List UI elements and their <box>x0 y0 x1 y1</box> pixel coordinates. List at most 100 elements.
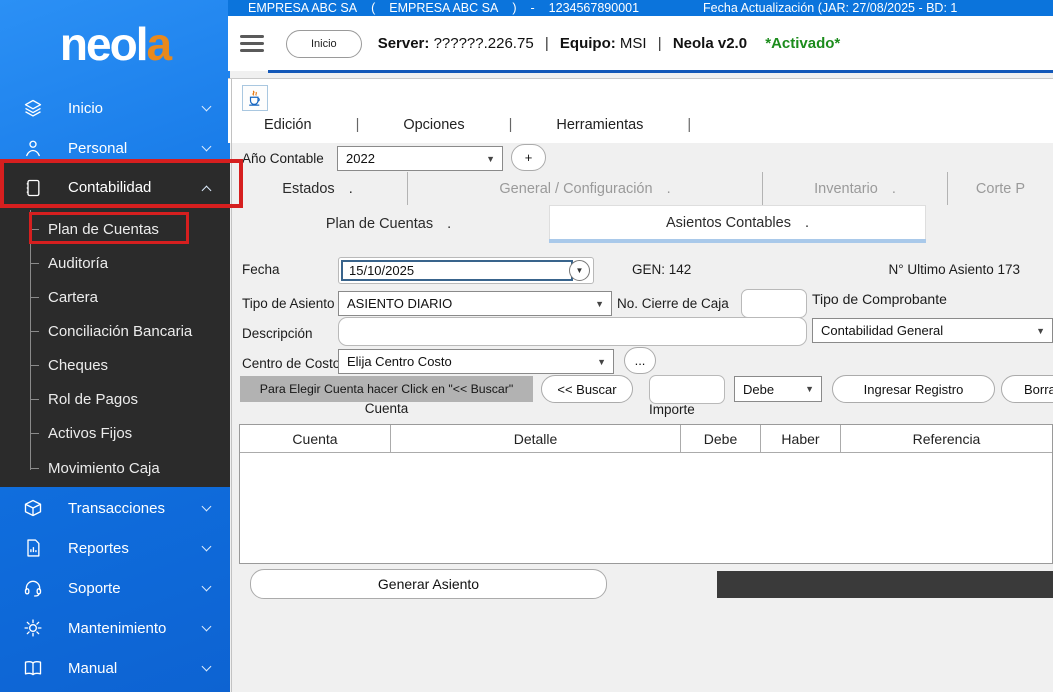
sidebar-subitem-rol-de-pagos[interactable]: Rol de Pagos <box>0 383 230 415</box>
sidebar-item-label: Inicio <box>68 100 103 117</box>
column-header-detalle[interactable]: Detalle <box>391 425 681 452</box>
sidebar-subitem-cartera[interactable]: Cartera <box>0 281 230 313</box>
sidebar: neola Inicio Personal Contabilidad <box>0 0 230 692</box>
anio-contable-value: 2022 <box>346 151 375 166</box>
menu-item-edicion[interactable]: Edición <box>264 117 312 133</box>
subitem-label: Activos Fijos <box>48 425 132 442</box>
inicio-button[interactable]: Inicio <box>286 30 362 58</box>
menu-item-opciones[interactable]: Opciones <box>403 117 464 133</box>
tax-id: 1234567890001 <box>549 1 639 15</box>
tipo-asiento-label: Tipo de Asiento <box>242 296 335 311</box>
tab-estados[interactable]: Estados. <box>228 172 407 205</box>
subitem-label: Plan de Cuentas <box>48 221 159 238</box>
sidebar-subitem-auditoria[interactable]: Auditoría <box>0 247 230 279</box>
borrar-button[interactable]: Borrar <box>1001 375 1053 403</box>
menu-separator: | <box>687 117 691 133</box>
caret-down-icon: ▼ <box>576 266 584 275</box>
tab-label: Plan de Cuentas <box>326 216 433 232</box>
sidebar-item-mantenimiento[interactable]: Mantenimiento <box>0 608 230 648</box>
centro-costo-browse-button[interactable]: ... <box>624 347 656 374</box>
descripcion-input[interactable] <box>338 317 807 346</box>
headset-icon <box>22 577 44 599</box>
caret-down-icon: ▼ <box>1036 326 1045 336</box>
anio-contable-select[interactable]: 2022 ▼ <box>337 146 503 171</box>
chevron-down-icon <box>202 662 212 672</box>
subitem-label: Auditoría <box>48 255 108 272</box>
add-year-button[interactable]: + <box>511 144 546 171</box>
sidebar-item-reportes[interactable]: Reportes <box>0 528 230 568</box>
sidebar-item-label: Mantenimiento <box>68 620 166 637</box>
column-header-cuenta[interactable]: Cuenta <box>240 425 391 452</box>
cierre-caja-input[interactable] <box>741 289 807 318</box>
importe-input[interactable] <box>649 375 725 404</box>
descripcion-label: Descripción <box>242 326 313 341</box>
cierre-caja-label: No. Cierre de Caja <box>617 296 729 311</box>
column-header-debe[interactable]: Debe <box>681 425 761 452</box>
tipo-comprobante-select[interactable]: Contabilidad General ▼ <box>812 318 1053 343</box>
fecha-value[interactable]: 15/10/2025 <box>341 260 573 281</box>
tipo-comprobante-label: Tipo de Comprobante <box>812 291 947 307</box>
tipo-asiento-select[interactable]: ASIENTO DIARIO ▼ <box>338 291 612 316</box>
menubar-zone <box>228 79 1053 143</box>
cuenta-caption: Cuenta <box>240 401 533 416</box>
gear-icon <box>22 617 44 639</box>
debe-haber-value: Debe <box>743 382 774 397</box>
journal-icon <box>22 177 44 199</box>
layers-icon <box>22 97 44 119</box>
centro-costo-value: Elija Centro Costo <box>347 354 452 369</box>
tab-inventario[interactable]: Inventario. <box>762 172 947 205</box>
sidebar-subitem-plan-de-cuentas[interactable]: Plan de Cuentas <box>0 213 230 245</box>
tab-asientos-contables[interactable]: Asientos Contables. <box>549 205 926 239</box>
paren-open: ( <box>371 1 375 15</box>
buscar-button[interactable]: << Buscar <box>541 375 633 403</box>
sidebar-item-transacciones[interactable]: Transacciones <box>0 488 230 528</box>
caret-down-icon: ▼ <box>486 154 495 164</box>
chevron-down-icon <box>202 142 212 152</box>
tab-corte[interactable]: Corte P <box>947 172 1053 205</box>
fecha-label: Fecha <box>242 262 280 277</box>
server-value: ??????.226.75 <box>434 35 534 52</box>
sidebar-subitem-conciliacion-bancaria[interactable]: Conciliación Bancaria <box>0 315 230 347</box>
sidebar-item-inicio[interactable]: Inicio <box>0 88 230 128</box>
sidebar-item-manual[interactable]: Manual <box>0 648 230 688</box>
subitem-label: Cartera <box>48 289 98 306</box>
asientos-table[interactable]: Cuenta Detalle Debe Haber Referencia <box>239 424 1053 564</box>
hamburger-menu-icon[interactable] <box>240 35 264 52</box>
logo-text-white: neol <box>60 17 147 71</box>
separator: | <box>658 35 662 52</box>
subitem-label: Conciliación Bancaria <box>48 323 192 340</box>
sidebar-item-personal[interactable]: Personal <box>0 128 230 168</box>
ingresar-registro-button[interactable]: Ingresar Registro <box>832 375 995 403</box>
centro-costo-select[interactable]: Elija Centro Costo ▼ <box>338 349 614 374</box>
sidebar-subitem-movimiento-caja[interactable]: Movimiento Caja <box>0 452 230 484</box>
debe-haber-select[interactable]: Debe ▼ <box>734 376 822 402</box>
tab-label: General / Configuración <box>499 181 652 197</box>
menu-bar: Edición | Opciones | Herramientas | <box>264 117 691 133</box>
menu-item-herramientas[interactable]: Herramientas <box>556 117 643 133</box>
blue-divider <box>268 70 1053 73</box>
tab-general-configuracion[interactable]: General / Configuración. <box>407 172 762 205</box>
importe-caption: Importe <box>649 402 695 417</box>
subitem-label: Movimiento Caja <box>48 460 160 477</box>
company-name: EMPRESA ABC SA <box>248 1 357 15</box>
company-name-alt: EMPRESA ABC SA <box>389 1 498 15</box>
sidebar-subitem-activos-fijos[interactable]: Activos Fijos <box>0 417 230 449</box>
sidebar-item-label: Transacciones <box>68 500 165 517</box>
cuenta-instruction-bar: Para Elegir Cuenta hacer Click en "<< Bu… <box>240 376 533 402</box>
tab-label: Inventario <box>814 181 878 197</box>
fecha-dropdown-button[interactable]: ▼ <box>569 260 590 281</box>
fecha-datepicker[interactable]: 15/10/2025 ▼ <box>338 257 594 284</box>
sidebar-item-contabilidad[interactable]: Contabilidad <box>0 167 230 208</box>
title-bar: EMPRESA ABC SA ( EMPRESA ABC SA ) - 1234… <box>228 0 1053 16</box>
column-header-referencia[interactable]: Referencia <box>841 425 1052 452</box>
sidebar-item-label: Contabilidad <box>68 179 151 196</box>
tab-plan-de-cuentas[interactable]: Plan de Cuentas. <box>228 207 549 241</box>
selected-tab-underline <box>549 239 926 243</box>
sidebar-item-soporte[interactable]: Soporte <box>0 568 230 608</box>
generar-asiento-button[interactable]: Generar Asiento <box>250 569 607 599</box>
tab-dot: . <box>349 181 353 197</box>
menu-separator: | <box>509 117 513 133</box>
tipo-asiento-value: ASIENTO DIARIO <box>347 296 452 311</box>
sidebar-subitem-cheques[interactable]: Cheques <box>0 349 230 381</box>
column-header-haber[interactable]: Haber <box>761 425 841 452</box>
